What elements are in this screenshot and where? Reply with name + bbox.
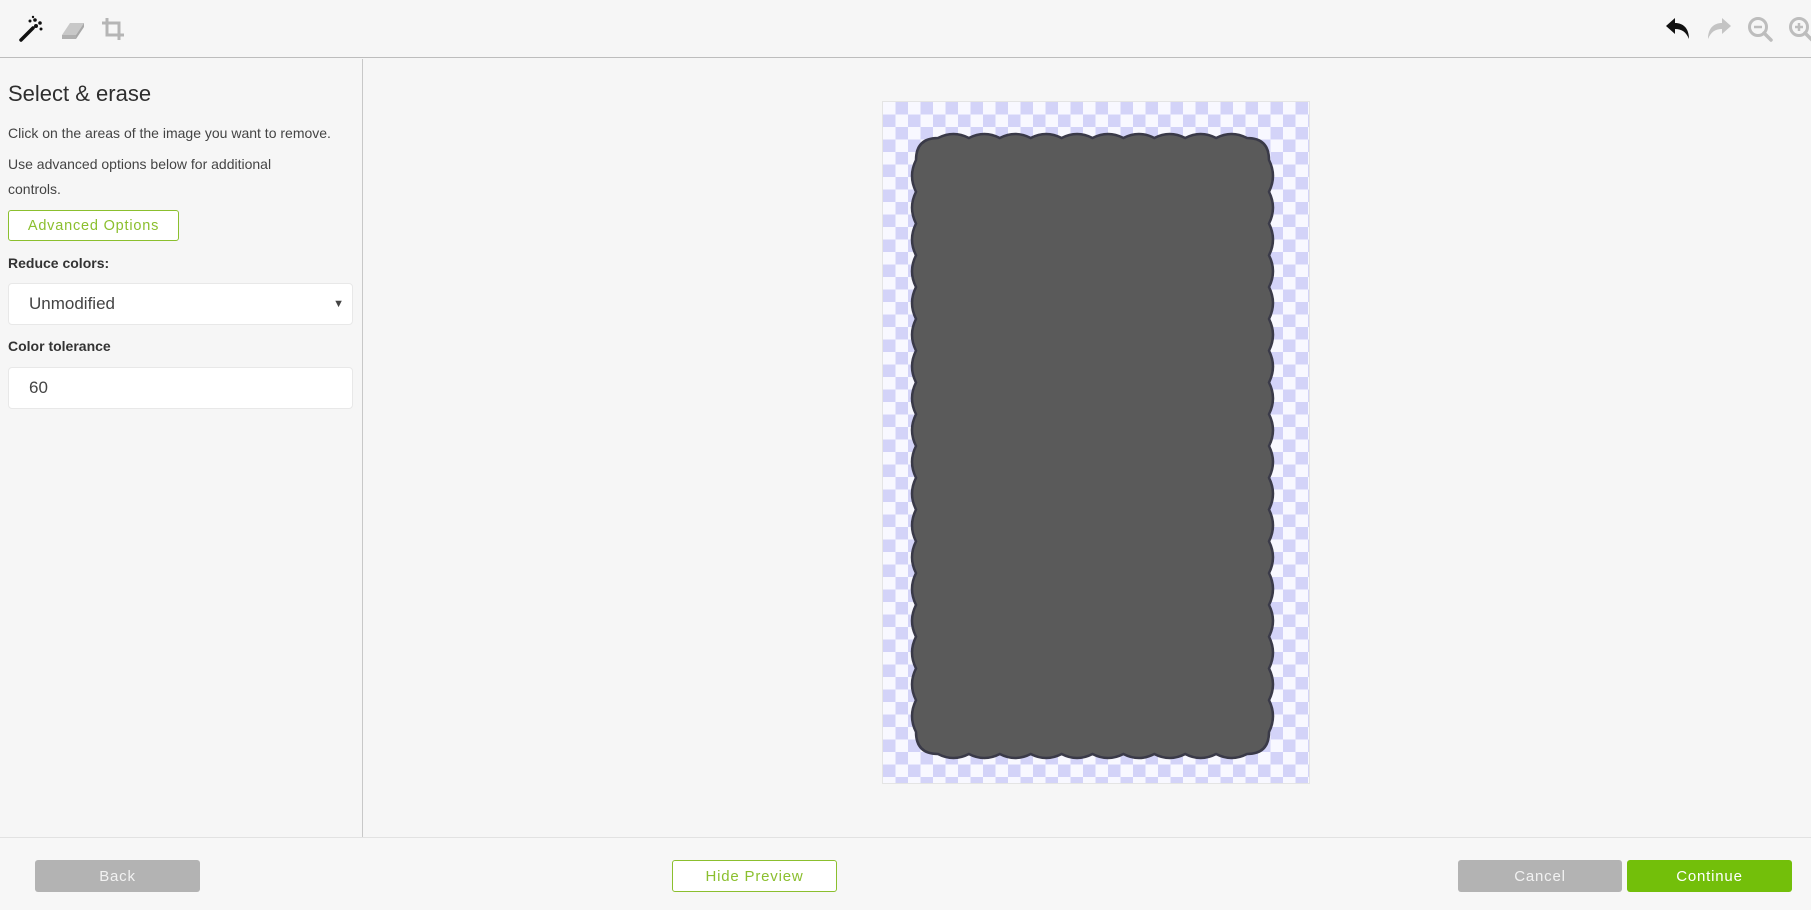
zoom-out-button[interactable] [1745, 14, 1775, 44]
scalloped-frame-image[interactable] [883, 102, 1311, 785]
color-tolerance-input[interactable]: 60 [8, 367, 353, 409]
continue-button[interactable]: Continue [1627, 860, 1792, 892]
image-canvas[interactable] [882, 101, 1310, 784]
magic-wand-tool-button[interactable] [16, 14, 46, 44]
zoom-in-button[interactable] [1786, 14, 1811, 44]
eraser-icon [62, 23, 84, 39]
color-tolerance-value: 60 [29, 378, 48, 397]
advanced-options-button[interactable]: Advanced Options [8, 210, 179, 241]
undo-icon [1666, 18, 1689, 39]
zoom-out-icon [1748, 17, 1773, 42]
canvas-area [364, 59, 1811, 837]
top-toolbar [0, 0, 1811, 58]
reduce-colors-label: Reduce colors: [8, 255, 110, 271]
reduce-colors-select[interactable]: Unmodified ▼ [8, 283, 353, 325]
sidebar-panel: Select & erase Click on the areas of the… [0, 59, 363, 837]
instruction-text: Click on the areas of the image you want… [8, 125, 331, 141]
panel-title: Select & erase [8, 81, 152, 106]
redo-icon [1708, 18, 1731, 39]
reduce-colors-value: Unmodified [29, 294, 115, 313]
hide-preview-button[interactable]: Hide Preview [672, 860, 837, 892]
cancel-button[interactable]: Cancel [1458, 860, 1622, 892]
color-tolerance-label: Color tolerance [8, 338, 111, 354]
eraser-tool-button[interactable] [57, 14, 87, 44]
scalloped-rectangle-shape[interactable] [910, 132, 1275, 760]
chevron-down-icon: ▼ [333, 298, 344, 310]
back-button[interactable]: Back [35, 860, 200, 892]
hint-text: Use advanced options below for additiona… [8, 156, 272, 197]
magic-wand-icon [19, 15, 43, 42]
undo-button[interactable] [1663, 14, 1693, 44]
crop-tool-button[interactable] [98, 14, 128, 44]
crop-icon [102, 18, 124, 40]
redo-button[interactable] [1704, 14, 1734, 44]
zoom-in-icon [1789, 17, 1811, 42]
footer-bar: Back Hide Preview Cancel Continue [0, 837, 1811, 910]
